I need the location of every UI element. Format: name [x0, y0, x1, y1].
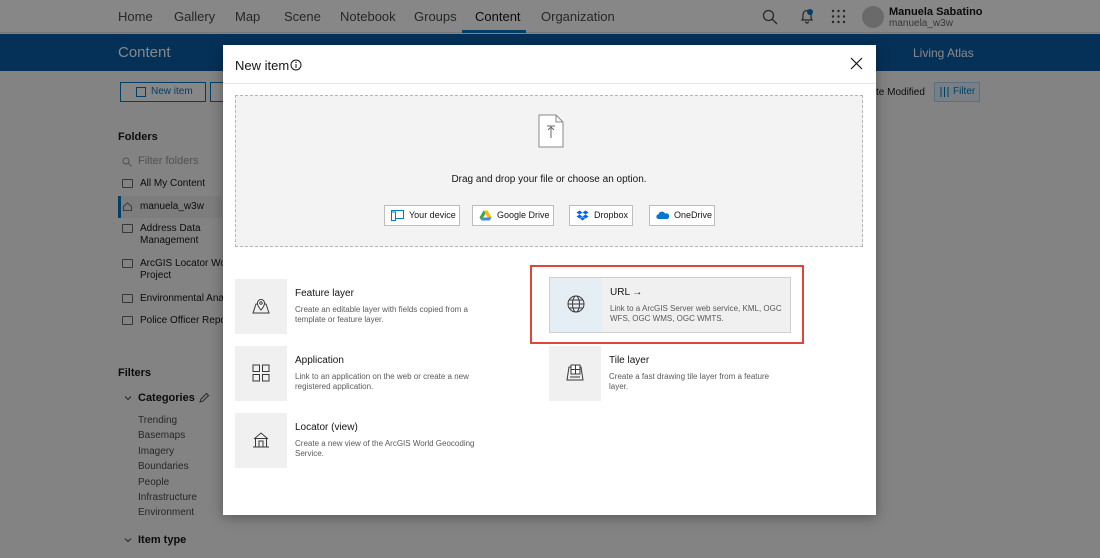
- source-label: Your device: [409, 210, 456, 220]
- source-label: OneDrive: [674, 210, 713, 220]
- google-drive-button[interactable]: Google Drive: [472, 205, 554, 226]
- option-description: Link to an application on the web or cre…: [295, 372, 469, 391]
- your-device-button[interactable]: Your device: [384, 205, 460, 226]
- onedrive-icon: [656, 211, 669, 219]
- locator-house-icon: [253, 432, 269, 448]
- option-description: Create an editable layer with fields cop…: [295, 305, 468, 324]
- file-drop-zone[interactable]: Drag and drop your file or choose an opt…: [235, 95, 863, 247]
- option-title: Application: [295, 355, 344, 366]
- upload-file-icon: [538, 114, 564, 148]
- option-description: Create a fast drawing tile layer from a …: [609, 372, 770, 391]
- device-icon: [391, 210, 404, 221]
- option-title: Tile layer: [609, 355, 650, 366]
- dropbox-icon: [576, 210, 589, 221]
- option-title: Feature layer: [295, 288, 354, 299]
- dropbox-button[interactable]: Dropbox: [569, 205, 633, 226]
- source-label: Dropbox: [594, 210, 629, 220]
- option-application[interactable]: Application Link to an application on th…: [235, 346, 476, 401]
- onedrive-button[interactable]: OneDrive: [649, 205, 715, 226]
- feature-layer-map-pin-icon: [252, 299, 270, 314]
- info-icon[interactable]: [290, 59, 302, 71]
- option-icon-box: [549, 346, 601, 401]
- option-icon-box: [235, 346, 287, 401]
- source-label: Google Drive: [497, 210, 550, 220]
- option-tile-layer[interactable]: Tile layer Create a fast drawing tile la…: [549, 346, 790, 401]
- drop-instructions: Drag and drop your file or choose an opt…: [451, 174, 647, 185]
- new-item-dialog: New item Drag and drop your file or choo…: [223, 45, 876, 515]
- dialog-divider: [223, 83, 876, 84]
- application-grid-icon: [252, 364, 270, 382]
- option-title: Locator (view): [295, 422, 358, 433]
- option-description: Create a new view of the ArcGIS World Ge…: [295, 439, 475, 458]
- close-icon[interactable]: [850, 57, 863, 70]
- google-drive-icon: [479, 210, 492, 221]
- option-icon-box: [235, 413, 287, 468]
- tile-layer-icon: [566, 364, 584, 381]
- dialog-title: New item: [235, 58, 290, 73]
- option-icon-box: [235, 279, 287, 334]
- option-feature-layer[interactable]: Feature layer Create an editable layer w…: [235, 279, 476, 334]
- annotation-highlight: [530, 265, 804, 344]
- option-locator-view[interactable]: Locator (view) Create a new view of the …: [235, 413, 476, 468]
